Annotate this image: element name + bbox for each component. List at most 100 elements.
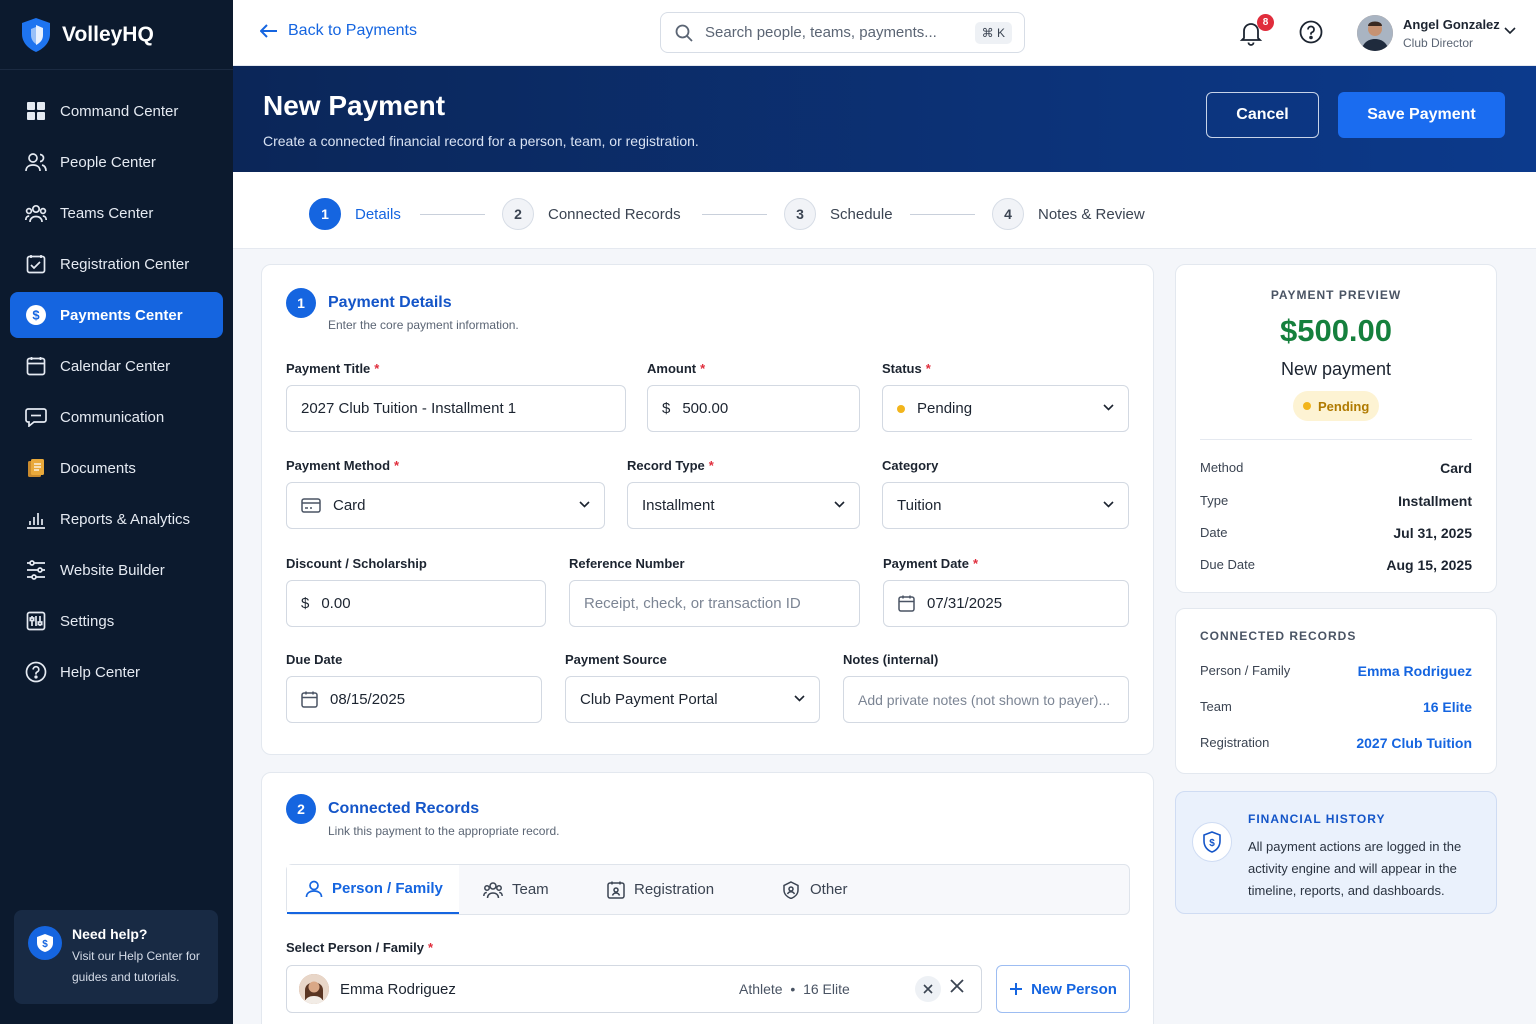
search-icon xyxy=(675,24,705,42)
category-select[interactable]: Tuition xyxy=(882,482,1129,529)
notification-badge: 8 xyxy=(1257,14,1274,31)
search-placeholder: Search people, teams, payments... xyxy=(705,24,937,41)
record-type-select[interactable]: Installment xyxy=(627,482,860,529)
back-link[interactable]: Back to Payments xyxy=(260,22,417,40)
reference-number-input[interactable]: Receipt, check, or transaction ID xyxy=(569,580,860,627)
sidebar-item-communication[interactable]: Communication xyxy=(10,394,223,440)
sidebar-item-label: Reports & Analytics xyxy=(60,510,191,528)
sidebar-item-command-center[interactable]: Command Center xyxy=(10,88,223,134)
payment-source-select[interactable]: Club Payment Portal xyxy=(565,676,820,723)
user-name: Angel Gonzalez xyxy=(1403,17,1500,32)
financial-history-card: $ FINANCIAL HISTORY All payment actions … xyxy=(1175,791,1497,914)
step-connected-records[interactable]: 2 Connected Records xyxy=(502,198,681,230)
payment-source-label: Payment Source xyxy=(565,652,667,667)
preview-label: PAYMENT PREVIEW xyxy=(1270,288,1402,302)
record-link-person[interactable]: Emma Rodriguez xyxy=(1358,663,1472,679)
amount-input[interactable]: $500.00 xyxy=(647,385,860,432)
person-meta: Athlete • 16 Elite xyxy=(739,981,850,997)
stepper: 1 Details 2 Connected Records 3 Schedule… xyxy=(233,172,1536,249)
step-number: 4 xyxy=(992,198,1024,230)
step-number: 1 xyxy=(309,198,341,230)
financial-history-text: All payment actions are logged in the ac… xyxy=(1248,839,1462,898)
person-avatar xyxy=(299,974,329,1004)
sidebar-item-settings[interactable]: Settings xyxy=(10,598,223,644)
sidebar-item-help-center[interactable]: Help Center xyxy=(10,649,223,695)
sidebar-item-teams-center[interactable]: Teams Center xyxy=(10,190,223,236)
pending-dot-icon xyxy=(1303,402,1311,410)
step-label: Notes & Review xyxy=(1038,205,1145,223)
step-label: Schedule xyxy=(830,205,893,223)
tab-other[interactable]: Other xyxy=(781,865,848,914)
page-header: New Payment Create a connected financial… xyxy=(233,66,1536,172)
chart-icon xyxy=(25,508,47,530)
documents-icon xyxy=(25,457,47,479)
preview-row-value: Installment xyxy=(1398,493,1472,509)
tab-team[interactable]: Team xyxy=(483,865,549,914)
arrow-left-icon xyxy=(260,24,288,38)
section-title: Connected Records xyxy=(328,800,480,817)
reference-number-label: Reference Number xyxy=(569,556,685,571)
preview-row-label: Method xyxy=(1200,460,1244,475)
record-link-team[interactable]: 16 Elite xyxy=(1423,699,1472,715)
discount-input[interactable]: $0.00 xyxy=(286,580,546,627)
chat-icon xyxy=(25,406,47,428)
builder-icon xyxy=(25,559,47,581)
new-person-button[interactable]: New Person xyxy=(996,965,1130,1013)
payment-preview-card: PAYMENT PREVIEW $500.00 New payment Pend… xyxy=(1175,264,1497,593)
tab-registration[interactable]: Registration xyxy=(607,865,714,914)
tab-person-family[interactable]: Person / Family xyxy=(287,865,459,914)
payment-method-select[interactable]: Card xyxy=(286,482,605,529)
chevron-down-icon xyxy=(1103,404,1114,411)
payment-details-card: 1 Payment Details Enter the core payment… xyxy=(261,264,1154,755)
notes-input[interactable]: Add private notes (not shown to payer)..… xyxy=(843,676,1129,723)
help-card[interactable]: $ Need help? Visit our Help Center for g… xyxy=(14,910,218,1004)
currency-prefix: $ xyxy=(301,595,310,612)
close-icon[interactable] xyxy=(950,979,964,993)
record-type-label: Record Type * xyxy=(627,458,714,473)
record-link-registration[interactable]: 2027 Club Tuition xyxy=(1356,735,1472,751)
due-date-input[interactable]: 08/15/2025 xyxy=(286,676,542,723)
payment-date-input[interactable]: 07/31/2025 xyxy=(883,580,1129,627)
payment-title-input[interactable]: 2027 Club Tuition - Installment 1 xyxy=(286,385,626,432)
record-row-label: Team xyxy=(1200,699,1232,714)
sidebar-item-people-center[interactable]: People Center xyxy=(10,139,223,185)
cancel-button[interactable]: Cancel xyxy=(1206,92,1319,138)
preview-row-label: Type xyxy=(1200,493,1229,508)
step-schedule[interactable]: 3 Schedule xyxy=(784,198,893,230)
sidebar-item-registration-center[interactable]: Registration Center xyxy=(10,241,223,287)
person-icon xyxy=(305,880,332,898)
sidebar-item-calendar-center[interactable]: Calendar Center xyxy=(10,343,223,389)
clear-selection-icon[interactable] xyxy=(915,976,941,1002)
preview-row-label: Date xyxy=(1200,525,1228,540)
step-notes-review[interactable]: 4 Notes & Review xyxy=(992,198,1145,230)
status-select[interactable]: Pending xyxy=(882,385,1129,432)
svg-text:$: $ xyxy=(32,308,40,323)
other-icon xyxy=(781,880,810,899)
help-circle-icon[interactable] xyxy=(1299,20,1323,44)
calendar-icon xyxy=(898,595,915,612)
sidebar-item-documents[interactable]: Documents xyxy=(10,445,223,491)
sidebar-item-label: Teams Center xyxy=(60,204,154,222)
selected-person-field[interactable]: Emma Rodriguez Athlete • 16 Elite xyxy=(286,965,982,1013)
user-avatar[interactable] xyxy=(1357,15,1393,51)
brand[interactable]: VolleyHQ xyxy=(0,0,233,70)
sidebar-item-reports[interactable]: Reports & Analytics xyxy=(10,496,223,542)
search-input[interactable]: Search people, teams, payments... ⌘ K xyxy=(660,12,1025,53)
connected-records-label: CONNECTED RECORDS xyxy=(1200,629,1357,643)
teams-icon xyxy=(25,202,47,224)
back-label: Back to Payments xyxy=(288,22,417,39)
step-details[interactable]: 1 Details xyxy=(309,198,401,230)
chevron-down-icon[interactable] xyxy=(1504,27,1516,35)
sidebar-item-label: Payments Center xyxy=(60,306,183,324)
top-bar: Back to Payments Search people, teams, p… xyxy=(233,0,1536,66)
status-label: Status * xyxy=(882,361,931,376)
help-text: Visit our Help Center for guides and tut… xyxy=(72,949,200,984)
sidebar-item-payments-center[interactable]: $ Payments Center xyxy=(10,292,223,338)
save-payment-button[interactable]: Save Payment xyxy=(1338,92,1505,138)
plus-icon xyxy=(1009,982,1031,996)
person-name: Emma Rodriguez xyxy=(340,981,456,998)
due-date-label: Due Date xyxy=(286,652,343,667)
sidebar-item-website-builder[interactable]: Website Builder xyxy=(10,547,223,593)
sidebar-item-label: Communication xyxy=(60,408,165,426)
section-number: 2 xyxy=(286,794,316,824)
